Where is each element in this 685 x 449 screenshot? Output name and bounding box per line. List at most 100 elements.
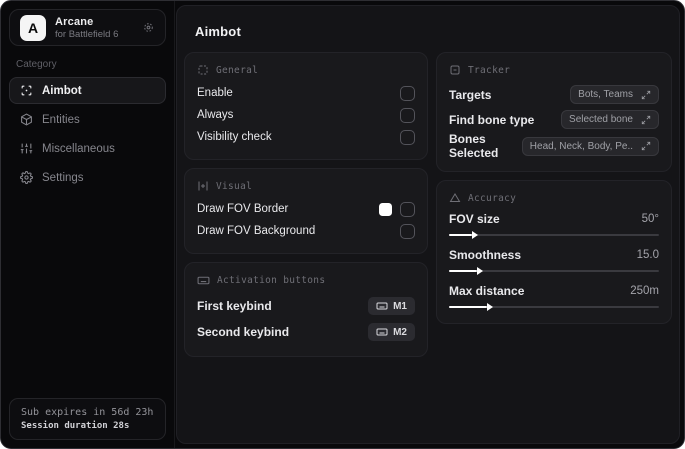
subscription-card: Sub expires in 56d 23h Session duration … (9, 398, 166, 440)
keyboard-icon (376, 300, 388, 312)
setting-label: Enable (197, 87, 233, 99)
triangle-icon (449, 192, 461, 204)
setting-label: Find bone type (449, 112, 535, 127)
always-checkbox[interactable] (400, 107, 415, 123)
sidebar-item-label: Entities (42, 113, 80, 126)
tracker-card: Tracker Targets Bots, Teams Find bone ty… (436, 52, 672, 172)
page-title: Aimbot (195, 24, 241, 39)
slider-thumb[interactable] (472, 231, 479, 239)
draw-fov-border-checkbox[interactable] (400, 201, 415, 217)
gear-icon (20, 171, 33, 184)
max-distance-slider[interactable] (449, 302, 659, 312)
dropdown-value: Selected bone (569, 114, 633, 125)
dropdown-value: Head, Neck, Body, Pe.. (529, 140, 633, 152)
session-duration-text: Session duration 28s (21, 421, 130, 431)
keyboard-icon (197, 274, 210, 287)
sidebar-nav: Aimbot Entities Miscellaneous Settings (1, 77, 174, 191)
keyboard-icon (376, 326, 388, 338)
sliders-icon (20, 142, 33, 155)
expand-icon (641, 115, 651, 125)
crosshair-scan-icon (20, 84, 33, 97)
slider-row-fov-size: FOV size 50° (449, 212, 659, 240)
tracker-row-find-bone-type: Find bone type Selected bone (449, 107, 659, 132)
slider-thumb[interactable] (487, 303, 494, 311)
square-minus-icon (449, 64, 461, 76)
card-title: Accuracy (468, 192, 517, 204)
category-label: Category (16, 59, 57, 70)
setting-label: Smoothness (449, 248, 522, 262)
setting-row-enable: Enable (197, 82, 415, 104)
setting-label: Max distance (449, 284, 525, 298)
draw-fov-background-checkbox[interactable] (400, 223, 415, 239)
app-window: A Arcane for Battlefield 6 Category Aimb… (0, 0, 685, 449)
setting-label: Targets (449, 87, 492, 102)
slider-fill (449, 302, 494, 312)
sub-expires-text: Sub expires in 56d 23h (21, 407, 154, 418)
slider-fill (449, 230, 479, 240)
slider-row-max-distance: Max distance 250m (449, 284, 659, 312)
setting-row-visibility-check: Visibility check (197, 126, 415, 148)
cube-icon (20, 113, 33, 126)
setting-label: Bones Selected (449, 132, 499, 160)
sidebar-item-miscellaneous[interactable]: Miscellaneous (9, 135, 166, 162)
enable-checkbox[interactable] (400, 85, 415, 101)
setting-label: Draw FOV Border (197, 203, 289, 215)
dropdown-value: Bots, Teams (578, 89, 633, 100)
setting-label: First keybind (197, 299, 272, 313)
sidebar-item-label: Aimbot (42, 84, 82, 97)
main-panel: Aimbot General Enable Always Visibility … (176, 5, 680, 444)
sidebar-item-entities[interactable]: Entities (9, 106, 166, 133)
keybind-row-second: Second keybind M2 (197, 319, 415, 345)
sidebar-item-aimbot[interactable]: Aimbot (9, 77, 166, 104)
keybind-value: M1 (393, 300, 407, 312)
app-name: Arcane (55, 15, 94, 28)
card-title: General (216, 64, 259, 76)
setting-row-draw-fov-border: Draw FOV Border (197, 198, 415, 220)
setting-label: Draw FOV Background (197, 225, 316, 237)
card-title: Visual (216, 180, 253, 192)
sidebar-item-label: Settings (42, 171, 84, 184)
accuracy-card: Accuracy FOV size 50° Smoothness 15.0 Ma… (436, 180, 672, 324)
slider-value: 250m (630, 285, 659, 297)
sidebar-item-label: Miscellaneous (42, 142, 115, 155)
second-keybind-button[interactable]: M2 (368, 323, 415, 341)
setting-label: Second keybind (197, 325, 290, 339)
slider-thumb[interactable] (476, 267, 483, 275)
frame-icon (197, 180, 209, 192)
tracker-row-targets: Targets Bots, Teams (449, 82, 659, 107)
fov-size-slider[interactable] (449, 230, 659, 240)
expand-icon (641, 90, 651, 100)
setting-label: Always (197, 109, 234, 121)
card-title: Tracker (468, 64, 511, 76)
slider-row-smoothness: Smoothness 15.0 (449, 248, 659, 276)
keybind-row-first: First keybind M1 (197, 293, 415, 319)
tracker-row-bones-selected: Bones Selected Head, Neck, Body, Pe.. (449, 132, 659, 160)
slider-track (449, 234, 659, 236)
sidebar: A Arcane for Battlefield 6 Category Aimb… (1, 1, 175, 448)
targets-dropdown[interactable]: Bots, Teams (570, 85, 659, 104)
dashed-square-icon (197, 64, 209, 76)
find-bone-type-dropdown[interactable]: Selected bone (561, 110, 659, 129)
bones-selected-dropdown[interactable]: Head, Neck, Body, Pe.. (521, 136, 659, 156)
setting-label: Visibility check (197, 131, 272, 143)
activation-buttons-card: Activation buttons First keybind M1 Seco… (184, 262, 428, 357)
visibility-check-checkbox[interactable] (400, 129, 415, 145)
sync-icon[interactable] (142, 21, 155, 34)
app-subtitle: for Battlefield 6 (55, 28, 119, 40)
slider-value: 15.0 (636, 249, 659, 261)
visual-card: Visual Draw FOV Border Draw FOV Backgrou… (184, 168, 428, 254)
app-brand-card: A Arcane for Battlefield 6 (9, 9, 166, 46)
sidebar-item-settings[interactable]: Settings (9, 164, 166, 191)
card-title: Activation buttons (217, 275, 326, 286)
first-keybind-button[interactable]: M1 (368, 297, 415, 315)
setting-row-draw-fov-background: Draw FOV Background (197, 220, 415, 242)
color-swatch[interactable] (379, 202, 392, 216)
slider-value: 50° (641, 213, 659, 225)
app-logo: A (20, 14, 46, 41)
setting-label: FOV size (449, 212, 500, 226)
expand-icon (641, 141, 651, 151)
general-card: General Enable Always Visibility check (184, 52, 428, 160)
setting-row-always: Always (197, 104, 415, 126)
smoothness-slider[interactable] (449, 266, 659, 276)
keybind-value: M2 (393, 326, 407, 338)
